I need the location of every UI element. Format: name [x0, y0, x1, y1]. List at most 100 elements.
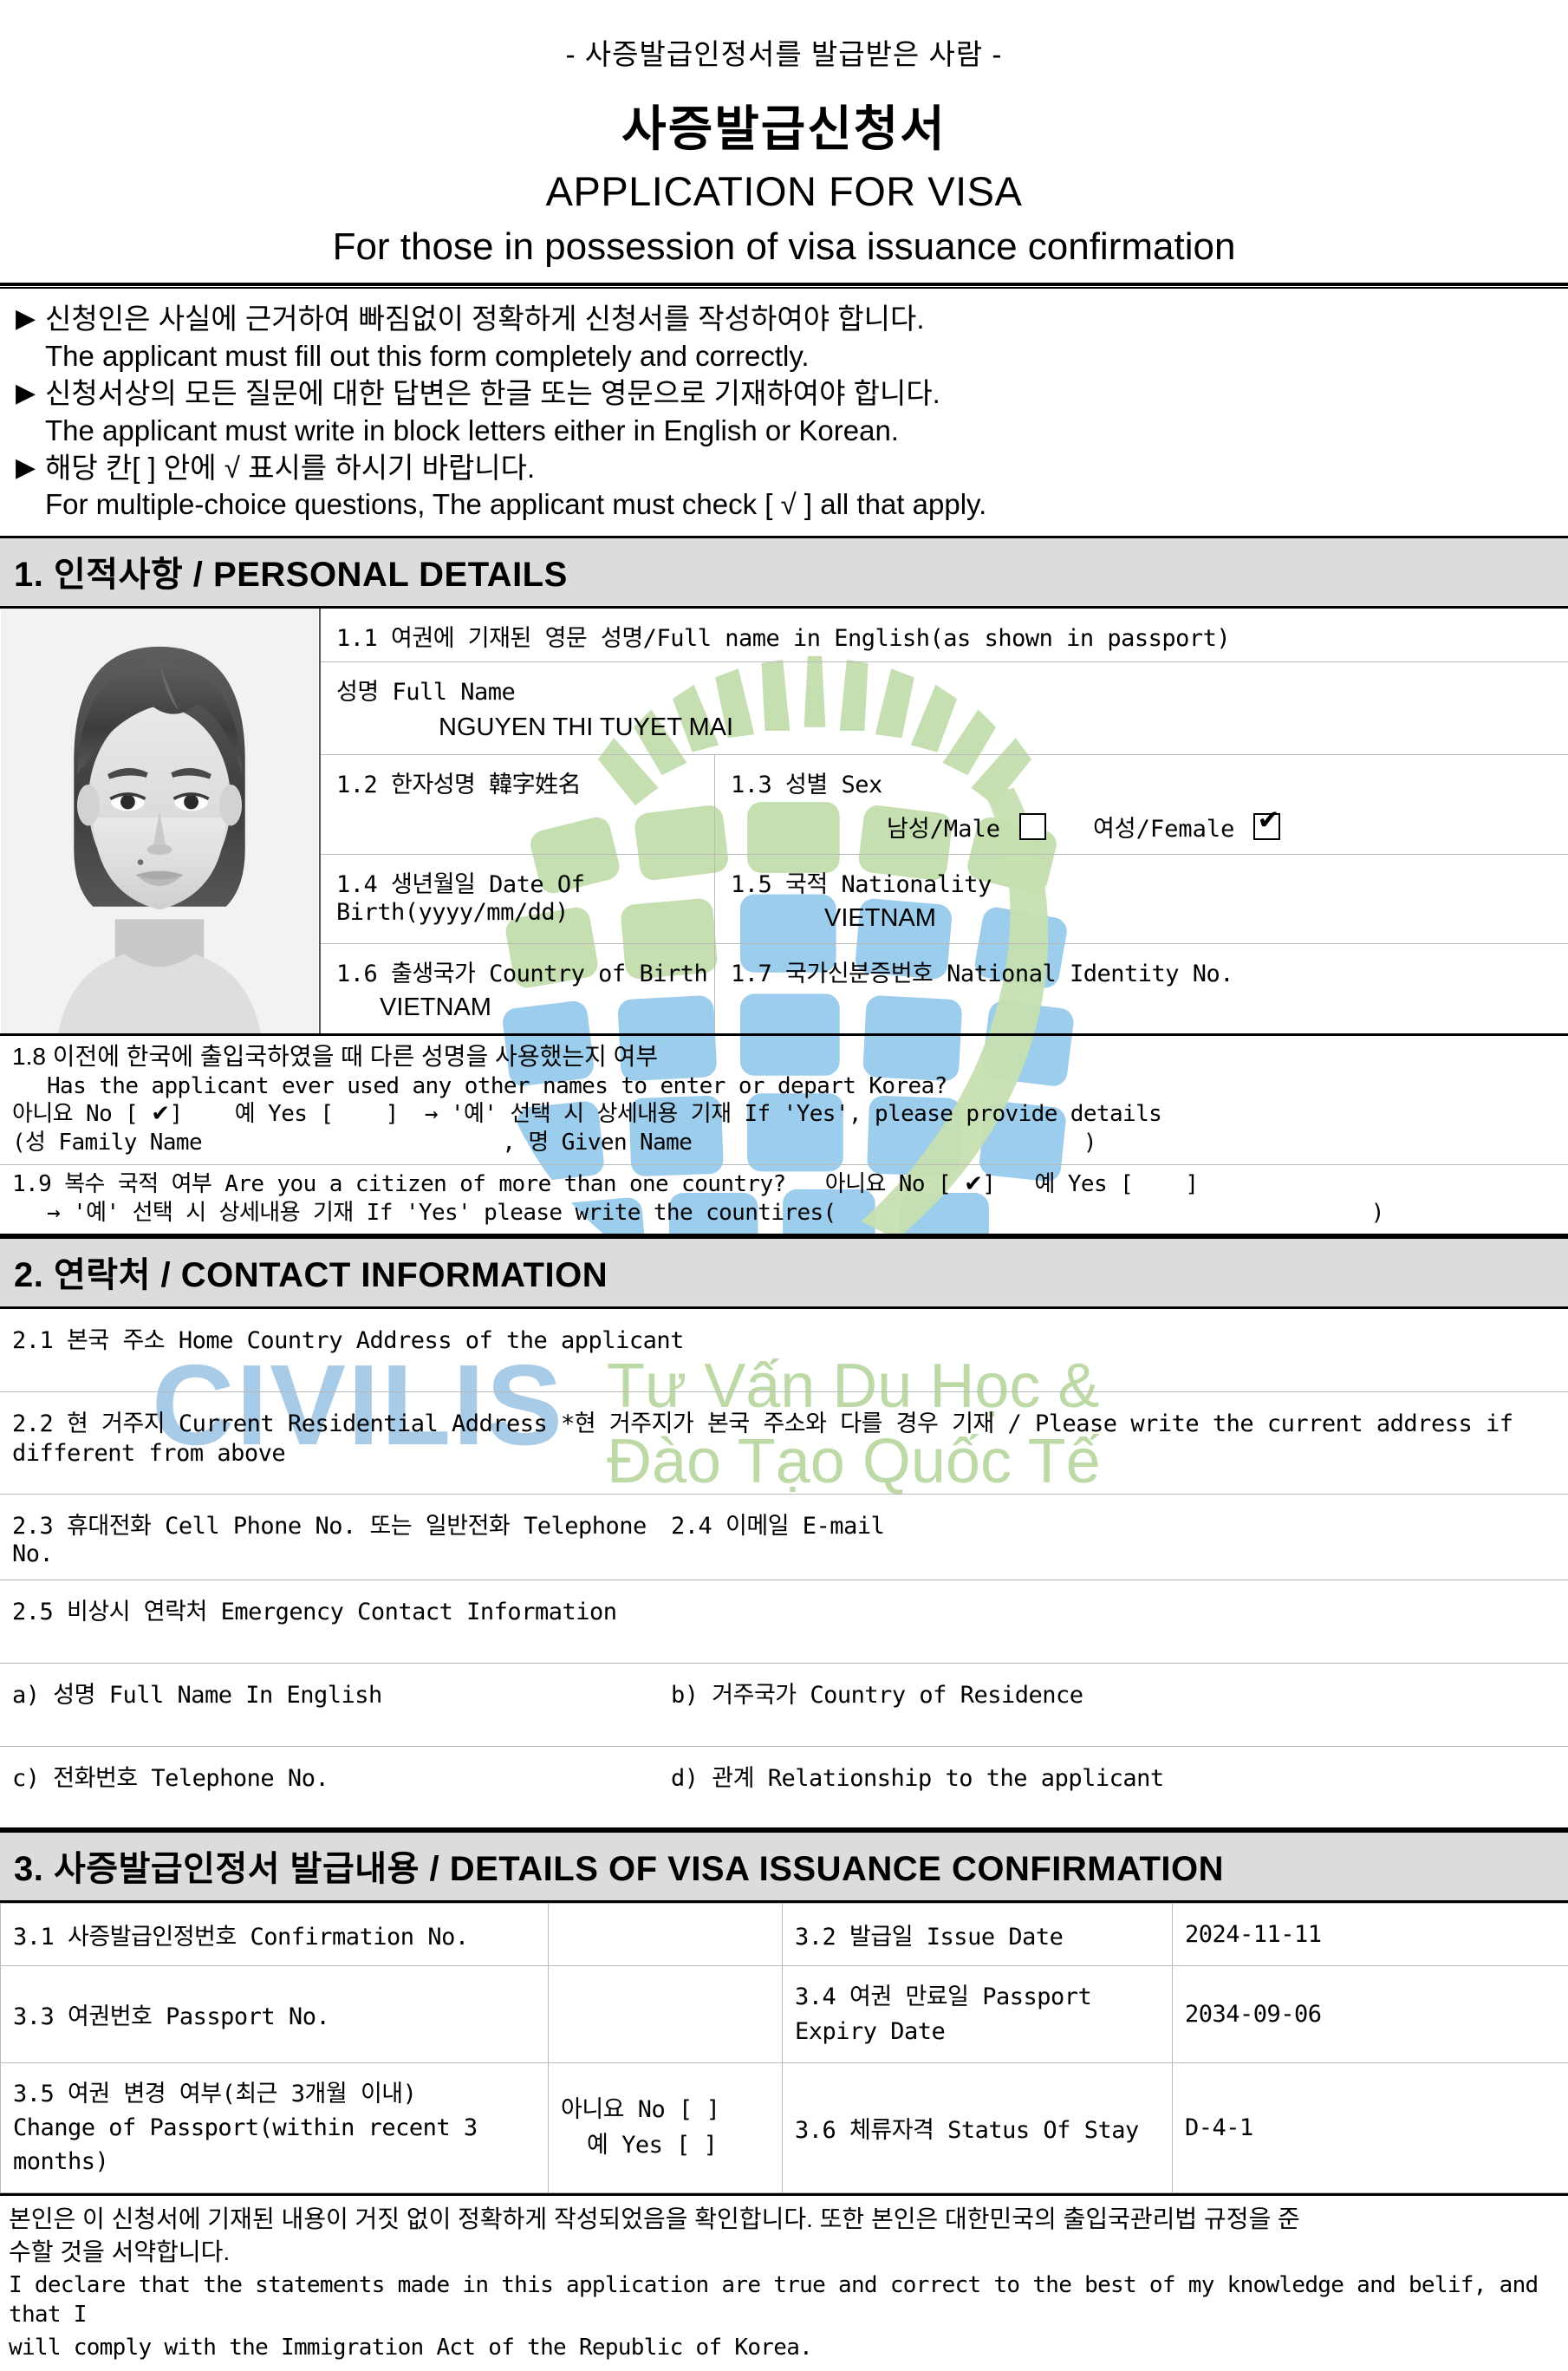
- female-label: 여성/Female: [1093, 810, 1234, 844]
- instruction-1-english: The applicant must fill out this form co…: [16, 338, 1552, 375]
- field-1-9-block: 1.9 복수 국적 여부 Are you a citizen of more t…: [0, 1165, 1568, 1237]
- field-1-4-label: 1.4 생년월일 Date Of Birth(yyyy/mm/dd): [336, 865, 714, 926]
- field-1-9-question: 1.9 복수 국적 여부 Are you a citizen of more t…: [12, 1171, 786, 1197]
- visa-application-form: - 사증발급인정서를 발급받은 사람 - 사증발급신청서 APPLICATION…: [0, 0, 1568, 2371]
- header-subtitle: For those in possession of visa issuance…: [0, 225, 1568, 269]
- field-1-9-detail-hint: → '예' 선택 시 상세내용 기재 If 'Yes' please write…: [47, 1200, 836, 1226]
- field-3-5-no-label: 아니요 No: [561, 2096, 665, 2123]
- field-1-8-given-name-input[interactable]: [692, 1130, 1083, 1156]
- field-1-4-cell: 1.4 생년월일 Date Of Birth(yyyy/mm/dd): [321, 855, 715, 943]
- field-1-8-korean: 1.8 이전에 한국에 출입국하였을 때 다른 성명을 사용했는지 여부: [12, 1041, 1554, 1072]
- field-2-2-row: 2.2 현 거주지 Current Residential Address *현…: [0, 1392, 1568, 1495]
- field-1-4-1-5-row: 1.4 생년월일 Date Of Birth(yyyy/mm/dd) 1.5 국…: [321, 855, 1568, 944]
- field-2-1-label: 2.1 본국 주소 Home Country Address of the ap…: [12, 1321, 1554, 1355]
- field-1-8-names-row: (성 Family Name , 명 Given Name ): [12, 1129, 1554, 1157]
- sex-options: 남성/Male 여성/Female: [731, 799, 1568, 844]
- field-1-6-value[interactable]: VIETNAM: [336, 988, 714, 1022]
- section-3-header: 3. 사증발급인정서 발급내용 / DETAILS OF VISA ISSUAN…: [0, 1830, 1568, 1903]
- field-1-8-no-label: 아니요 No: [12, 1101, 112, 1127]
- field-1-5-label: 1.5 국적 Nationality: [731, 865, 1568, 899]
- field-1-8-detail-hint: → '예' 선택 시 상세내용 기재 If 'Yes', please prov…: [425, 1101, 1161, 1127]
- emergency-contact-c-label: c) 전화번호 Telephone No.: [12, 1759, 671, 1793]
- full-name-label: 성명 Full Name: [336, 673, 1568, 707]
- field-2-5-row: 2.5 비상시 연락처 Emergency Contact Informatio…: [0, 1580, 1568, 1664]
- instruction-3-korean: 해당 칸[ ] 안에 √ 표시를 하시기 바랍니다.: [45, 450, 535, 487]
- header-title-korean: 사증발급신청서: [0, 90, 1568, 160]
- full-name-value[interactable]: NGUYEN THI TUYET MAI: [336, 707, 1568, 742]
- field-3-5-no-option[interactable]: 아니요 No [ ]: [561, 2092, 771, 2128]
- field-1-9-yes-checkbox[interactable]: [ ]: [1107, 1171, 1198, 1197]
- field-3-4-value[interactable]: 2034-09-06: [1173, 1966, 1568, 2062]
- field-2-3-cell: 2.3 휴대전화 Cell Phone No. 또는 일반전화 Telephon…: [12, 1507, 671, 1567]
- emergency-contact-d-label: d) 관계 Relationship to the applicant: [671, 1759, 1164, 1793]
- section-2-header: 2. 연락처 / CONTACT INFORMATION: [0, 1236, 1568, 1309]
- header-eyebrow: - 사증발급인정서를 발급받은 사람 -: [0, 31, 1568, 73]
- female-checkbox[interactable]: [1253, 813, 1280, 840]
- field-3-1-value[interactable]: [549, 1904, 783, 1966]
- field-3-5-options: 아니요 No [ ] 예 Yes [ ]: [549, 2062, 783, 2192]
- emergency-contact-c-cell: c) 전화번호 Telephone No.: [12, 1759, 671, 1793]
- field-1-9-detail-row: → '예' 선택 시 상세내용 기재 If 'Yes' please write…: [12, 1199, 1554, 1228]
- field-1-2-value[interactable]: [336, 799, 714, 804]
- instruction-item: ▶ 해당 칸[ ] 안에 √ 표시를 하시기 바랍니다.: [16, 450, 1552, 487]
- field-3-2-value[interactable]: 2024-11-11: [1173, 1904, 1568, 1966]
- field-1-8-block: 1.8 이전에 한국에 출입국하였을 때 다른 성명을 사용했는지 여부 Has…: [0, 1036, 1568, 1165]
- field-1-7-label: 1.7 국가신분증번호 National Identity No.: [731, 954, 1568, 988]
- field-1-6-label: 1.6 출생국가 Country of Birth: [336, 954, 714, 988]
- field-1-8-family-name-input[interactable]: [202, 1130, 502, 1156]
- field-1-7-value[interactable]: [731, 988, 1568, 993]
- field-1-8-yes-checkbox[interactable]: [ ]: [307, 1101, 398, 1127]
- field-1-9-yes-label: 예 Yes: [1034, 1171, 1107, 1197]
- field-3-1-label: 3.1 사증발급인정번호 Confirmation No.: [1, 1904, 549, 1966]
- emergency-contact-d-cell: d) 관계 Relationship to the applicant: [671, 1759, 1164, 1793]
- field-3-5-no-checkbox[interactable]: [ ]: [665, 2096, 719, 2123]
- field-1-2-label: 1.2 한자성명 韓字姓名: [336, 765, 714, 799]
- document-header: - 사증발급인정서를 발급받은 사람 - 사증발급신청서 APPLICATION…: [0, 0, 1568, 269]
- field-1-7-cell: 1.7 국가신분증번호 National Identity No.: [715, 944, 1568, 1032]
- field-2-2-label-line2: different from above: [12, 1438, 1554, 1467]
- table-row: 3.1 사증발급인정번호 Confirmation No. 3.2 발급일 Is…: [1, 1904, 1568, 1966]
- field-2-3-2-4-row: 2.3 휴대전화 Cell Phone No. 또는 일반전화 Telephon…: [0, 1495, 1568, 1580]
- field-1-8-no-checkmark-icon[interactable]: ✔: [151, 1101, 169, 1127]
- field-1-8-given-name-label: , 명 Given Name: [502, 1130, 692, 1156]
- field-3-5-yes-option[interactable]: 예 Yes [ ]: [561, 2127, 771, 2164]
- field-3-5-yes-checkbox[interactable]: [ ]: [662, 2132, 717, 2159]
- emergency-contact-cd-row: c) 전화번호 Telephone No. d) 관계 Relationship…: [0, 1747, 1568, 1830]
- declaration-block: 본인은 이 신청서에 기재된 내용이 거짓 없이 정확하게 작성되었음을 확인합…: [0, 2193, 1568, 2371]
- section-1-header: 1. 인적사항 / PERSONAL DETAILS: [0, 536, 1568, 609]
- emergency-contact-ab-row: a) 성명 Full Name In English b) 거주국가 Count…: [0, 1664, 1568, 1747]
- field-1-9-no-checkmark-icon[interactable]: ✔: [964, 1171, 982, 1197]
- field-3-5-label: 3.5 여권 변경 여부(최근 3개월 이내) Change of Passpo…: [1, 2062, 549, 2192]
- field-1-9-countries-input[interactable]: [836, 1200, 1371, 1226]
- field-3-6-label: 3.6 체류자격 Status Of Stay: [783, 2062, 1173, 2192]
- declaration-korean-line2: 수할 것을 서약합니다.: [9, 2236, 1554, 2269]
- field-1-4-value[interactable]: [336, 926, 714, 931]
- field-1-5-value[interactable]: VIETNAM: [731, 899, 1568, 933]
- instruction-2-english: The applicant must write in block letter…: [16, 413, 1552, 450]
- field-3-5-yes-label: 예 Yes: [587, 2132, 662, 2159]
- field-1-2-cell: 1.2 한자성명 韓字姓名: [321, 755, 715, 854]
- field-2-2-label: 2.2 현 거주지 Current Residential Address *현…: [12, 1404, 1554, 1438]
- table-row: 3.5 여권 변경 여부(최근 3개월 이내) Change of Passpo…: [1, 2062, 1568, 2192]
- emergency-contact-a-label: a) 성명 Full Name In English: [12, 1676, 671, 1710]
- emergency-contact-b-cell: b) 거주국가 Country of Residence: [671, 1676, 1083, 1710]
- field-1-5-cell: 1.5 국적 Nationality VIETNAM: [715, 855, 1568, 943]
- instruction-item: ▶ 신청서상의 모든 질문에 대한 답변은 한글 또는 영문으로 기재하여야 합…: [16, 375, 1552, 413]
- declaration-english-line1: I declare that the statements made in th…: [9, 2268, 1554, 2330]
- field-3-3-value[interactable]: [549, 1966, 783, 2062]
- triangle-bullet-icon: ▶: [16, 450, 45, 485]
- field-1-3-cell: 1.3 성별 Sex 남성/Male 여성/Female: [715, 755, 1568, 854]
- field-1-9-no-label: 아니요 No: [825, 1171, 925, 1197]
- personal-details-fields: 1.1 여권에 기재된 영문 성명/Full name in English(a…: [321, 609, 1568, 1033]
- male-checkbox[interactable]: [1019, 813, 1046, 840]
- field-1-8-family-name-label: (성 Family Name: [12, 1130, 202, 1156]
- photo-cell: [0, 609, 321, 1033]
- table-row: 3.3 여권번호 Passport No. 3.4 여권 만료일 Passpor…: [1, 1966, 1568, 2062]
- field-2-4-label: 2.4 이메일 E-mail: [671, 1507, 884, 1540]
- field-1-8-english: Has the applicant ever used any other na…: [12, 1072, 1554, 1101]
- field-2-3-label: 2.3 휴대전화 Cell Phone No. 또는 일반전화 Telephon…: [12, 1507, 671, 1567]
- triangle-bullet-icon: ▶: [16, 375, 45, 410]
- field-3-4-label: 3.4 여권 만료일 Passport Expiry Date: [783, 1966, 1173, 2062]
- triangle-bullet-icon: ▶: [16, 301, 45, 335]
- field-3-6-value[interactable]: D-4-1: [1173, 2062, 1568, 2192]
